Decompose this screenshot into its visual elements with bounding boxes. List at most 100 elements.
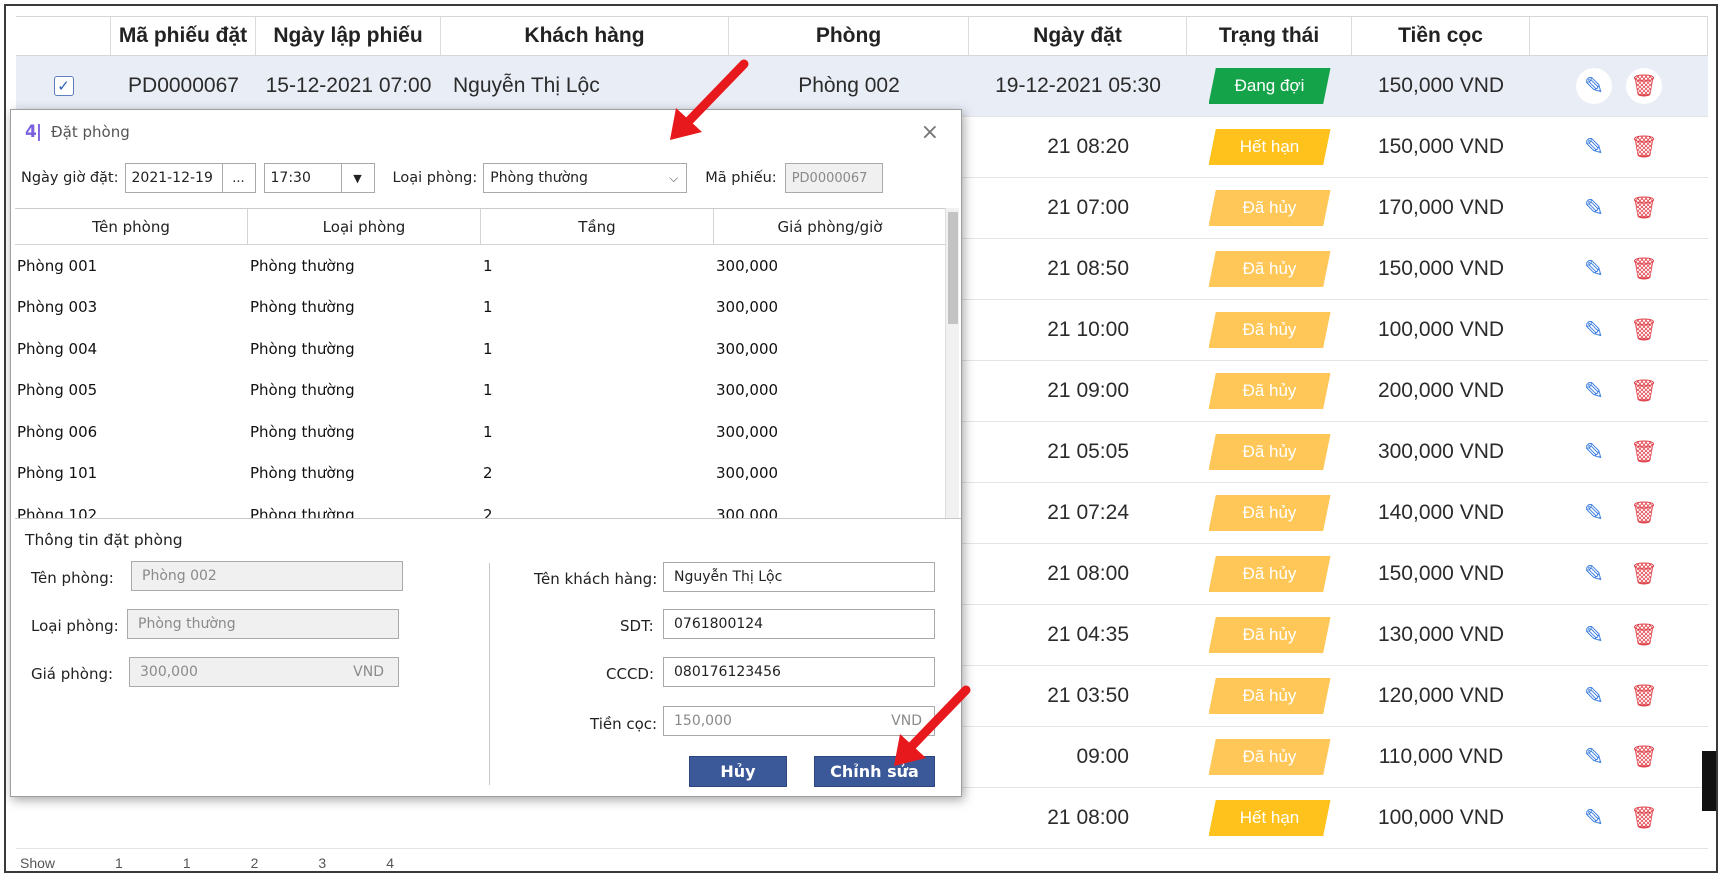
delete-button[interactable]: 🗑 [1626, 739, 1662, 775]
delete-button[interactable]: 🗑 [1626, 251, 1662, 287]
edit-button[interactable]: ✎ [1576, 129, 1612, 165]
trash-icon: 🗑 [1630, 561, 1658, 586]
chinh-sua-button[interactable]: Chỉnh sửa [814, 756, 935, 787]
edit-button[interactable]: ✎ [1576, 617, 1612, 653]
room-row[interactable]: Phòng 003 Phòng thường 1 300,000 [15, 287, 949, 329]
edit-button[interactable]: ✎ [1576, 556, 1612, 592]
trash-icon: 🗑 [1630, 805, 1658, 830]
delete-button[interactable]: 🗑 [1626, 190, 1662, 226]
delete-button[interactable]: 🗑 [1626, 800, 1662, 836]
pencil-icon: ✎ [1583, 377, 1605, 405]
cell-ten-phong: Phòng 005 [17, 381, 98, 400]
room-row[interactable]: Phòng 102 Phòng thường 2 300,000 [15, 494, 949, 518]
header-actions [1530, 17, 1708, 55]
row-select[interactable] [16, 788, 111, 848]
delete-button[interactable]: 🗑 [1626, 434, 1662, 470]
cell-ngay-dat: 21 08:00 [1047, 562, 1129, 585]
sdt-field[interactable]: 0761800124 [663, 609, 935, 639]
pencil-icon: ✎ [1583, 621, 1605, 649]
cell-phong [729, 788, 969, 848]
cell-tang: 1 [483, 256, 493, 275]
trash-icon: 🗑 [1630, 256, 1658, 281]
table-row[interactable]: 21 08:00 Hết hạn 100,000 VND ✎ 🗑 [16, 788, 1708, 849]
delete-button[interactable]: 🗑 [1626, 556, 1662, 592]
room-row[interactable]: Phòng 004 Phòng thường 1 300,000 [15, 328, 949, 370]
delete-button[interactable]: 🗑 [1626, 129, 1662, 165]
date-field[interactable]: 2021-12-19 [124, 163, 223, 193]
header-tien-coc[interactable]: Tiền cọc [1352, 17, 1530, 55]
date-picker-button[interactable]: ... [221, 163, 256, 193]
pencil-icon: ✎ [1583, 72, 1605, 100]
ten-khach-hang-field[interactable]: Nguyễn Thị Lộc [663, 562, 935, 592]
header-phong[interactable]: Phòng [729, 17, 969, 55]
edit-button[interactable]: ✎ [1576, 373, 1612, 409]
edit-button[interactable]: ✎ [1576, 739, 1612, 775]
edit-button[interactable]: ✎ [1576, 800, 1612, 836]
app-logo-icon: 4| [25, 122, 42, 142]
time-field[interactable]: 17:30 [263, 163, 342, 193]
edit-button[interactable]: ✎ [1576, 495, 1612, 531]
cccd-field[interactable]: 080176123456 [663, 657, 935, 687]
dialog-title: Đặt phòng [51, 123, 130, 141]
room-row[interactable]: Phòng 001 Phòng thường 1 300,000 [15, 245, 949, 287]
header-loai-phong[interactable]: Loại phòng [248, 209, 481, 244]
delete-button[interactable]: 🗑 [1626, 373, 1662, 409]
room-row[interactable]: Phòng 101 Phòng thường 2 300,000 [15, 453, 949, 495]
header-ngay-lap[interactable]: Ngày lập phiếu [256, 17, 441, 55]
status-badge: Đã hủy [1208, 556, 1331, 592]
edit-button[interactable]: ✎ [1576, 68, 1612, 104]
close-icon[interactable]: × [921, 120, 939, 145]
cell-trang-thai: Hết hạn [1187, 117, 1352, 177]
pager-show-value[interactable]: 1 [115, 855, 123, 871]
cell-ngay-dat: 21 08:00 [1047, 806, 1129, 829]
cell-tang: 1 [483, 381, 493, 400]
header-ngay-dat[interactable]: Ngày đặt [969, 17, 1187, 55]
cccd-label: CCCD: [606, 665, 655, 683]
room-row[interactable]: Phòng 005 Phòng thường 1 300,000 [15, 370, 949, 412]
edit-button[interactable]: ✎ [1576, 678, 1612, 714]
pager-page-2[interactable]: 2 [251, 855, 259, 871]
time-dropdown-button[interactable]: ▼ [340, 163, 375, 193]
status-badge: Đã hủy [1208, 739, 1331, 775]
tien-coc-field[interactable]: 150,000 VND [663, 706, 935, 736]
cell-tien-coc: 110,000 VND [1378, 745, 1504, 768]
cell-loai-phong: Phòng thường [250, 256, 355, 275]
delete-button[interactable]: 🗑 [1626, 312, 1662, 348]
sdt-label: SDT: [620, 617, 654, 635]
edit-button[interactable]: ✎ [1576, 190, 1612, 226]
huy-button[interactable]: Hủy [689, 756, 787, 787]
cell-trang-thai: Đã hủy [1187, 605, 1352, 665]
delete-button[interactable]: 🗑 [1626, 68, 1662, 104]
cell-ngay-lap [256, 788, 441, 848]
table-row[interactable]: ✓ PD0000067 15-12-2021 07:00 Nguyễn Thị … [16, 56, 1708, 117]
pager-page-4[interactable]: 4 [386, 855, 394, 871]
checkbox-checked-icon[interactable]: ✓ [53, 76, 74, 96]
row-select[interactable]: ✓ [16, 56, 111, 116]
gia-phong-unit: VND [353, 664, 384, 680]
header-gia-phong[interactable]: Giá phòng/giờ [714, 209, 947, 244]
scrollbar-thumb[interactable] [948, 212, 958, 324]
room-table-scrollbar[interactable] [945, 208, 959, 518]
edit-button[interactable]: ✎ [1576, 312, 1612, 348]
edit-button[interactable]: ✎ [1576, 251, 1612, 287]
delete-button[interactable]: 🗑 [1626, 495, 1662, 531]
pager-page-1[interactable]: 1 [183, 855, 191, 871]
delete-button[interactable]: 🗑 [1626, 617, 1662, 653]
gia-phong-value: 300,000 [140, 664, 198, 680]
header-ma-phieu[interactable]: Mã phiếu đặt [111, 17, 256, 55]
cell-tang: 1 [483, 422, 493, 441]
info-divider [489, 563, 490, 785]
ten-phong-field: Phòng 002 [131, 561, 403, 591]
row-actions: ✎ 🗑 [1530, 117, 1708, 177]
header-trang-thai[interactable]: Trạng thái [1187, 17, 1352, 55]
pager-page-3[interactable]: 3 [318, 855, 326, 871]
header-ten-phong[interactable]: Tên phòng [15, 209, 248, 244]
header-tang[interactable]: Tầng [481, 209, 714, 244]
loai-phong-select[interactable]: Phòng thường ⌵ [483, 163, 688, 193]
cell-trang-thai: Đã hủy [1187, 178, 1352, 238]
room-table-header: Tên phòng Loại phòng Tầng Giá phòng/giờ [15, 209, 949, 245]
header-khach-hang[interactable]: Khách hàng [441, 17, 729, 55]
edit-button[interactable]: ✎ [1576, 434, 1612, 470]
delete-button[interactable]: 🗑 [1626, 678, 1662, 714]
room-row[interactable]: Phòng 006 Phòng thường 1 300,000 [15, 411, 949, 453]
